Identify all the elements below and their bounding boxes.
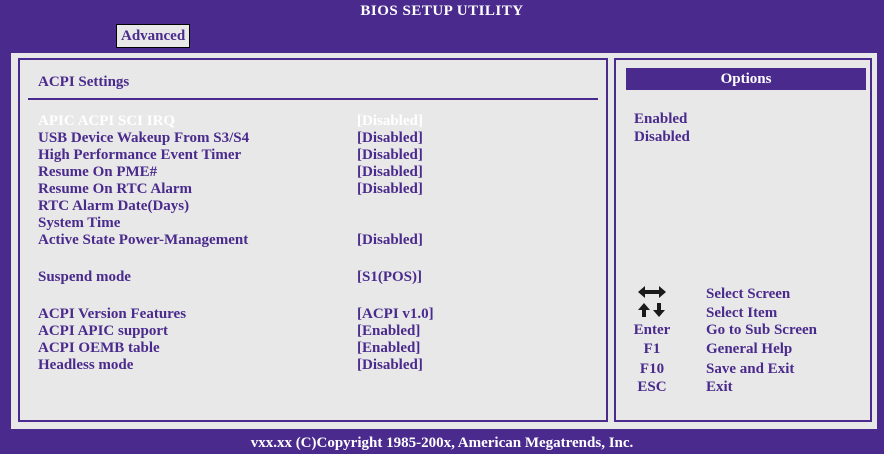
help-desc: Save and Exit: [706, 361, 795, 377]
setting-value[interactable]: [Disabled]: [357, 164, 423, 180]
section-title: ACPI Settings: [38, 74, 130, 90]
setting-label: Headless mode: [38, 357, 134, 373]
setting-label: Active State Power-Management: [38, 232, 249, 248]
tab-advanced[interactable]: Advanced: [116, 24, 191, 48]
help-desc: Go to Sub Screen: [706, 322, 817, 338]
setting-label: USB Device Wakeup From S3/S4: [38, 130, 250, 146]
section-divider: [28, 98, 598, 100]
setting-label: System Time: [38, 215, 121, 231]
setting-label: RTC Alarm Date(Days): [38, 198, 190, 214]
options-header: Options: [626, 68, 866, 90]
setting-value[interactable]: [Disabled]: [357, 130, 423, 146]
setting-label: APIC ACPI SCI IRQ: [38, 113, 176, 129]
setting-label: ACPI Version Features: [38, 306, 187, 322]
help-key: F10: [639, 361, 665, 377]
copyright-footer: vxx.xx (C)Copyright 1985-200x, American …: [250, 435, 634, 451]
help-desc: Select Screen: [706, 286, 791, 302]
setting-value[interactable]: [Enabled]: [357, 340, 420, 356]
setting-value[interactable]: [S1(POS)]: [357, 269, 422, 285]
help-key: ESC: [637, 379, 667, 395]
help-desc: Select Item: [706, 305, 778, 321]
setting-label: ACPI APIC support: [38, 323, 169, 339]
setting-label: Resume On RTC Alarm: [38, 181, 193, 197]
setting-value[interactable]: [Enabled]: [357, 323, 420, 339]
setting-label: High Performance Event Timer: [38, 147, 242, 163]
bios-title: BIOS SETUP UTILITY: [360, 3, 524, 19]
setting-value[interactable]: [ACPI v1.0]: [357, 306, 434, 322]
left-right-arrows-icon: [622, 284, 682, 303]
setting-value[interactable]: [Disabled]: [357, 232, 423, 248]
setting-value[interactable]: [Disabled]: [357, 113, 423, 129]
up-down-arrows-icon: [622, 302, 682, 322]
setting-value[interactable]: [Disabled]: [357, 357, 423, 373]
setting-label: Resume On PME#: [38, 164, 158, 180]
setting-label: ACPI OEMB table: [38, 340, 160, 356]
setting-value[interactable]: [Disabled]: [357, 147, 423, 163]
help-key: Enter: [633, 322, 671, 338]
help-desc: Exit: [706, 379, 733, 395]
setting-value[interactable]: [Disabled]: [357, 181, 423, 197]
help-key: F1: [643, 341, 661, 357]
help-desc: General Help: [706, 341, 793, 357]
option-disabled[interactable]: Disabled: [634, 129, 690, 145]
option-enabled[interactable]: Enabled: [634, 111, 687, 127]
setting-label: Suspend mode: [38, 269, 131, 285]
